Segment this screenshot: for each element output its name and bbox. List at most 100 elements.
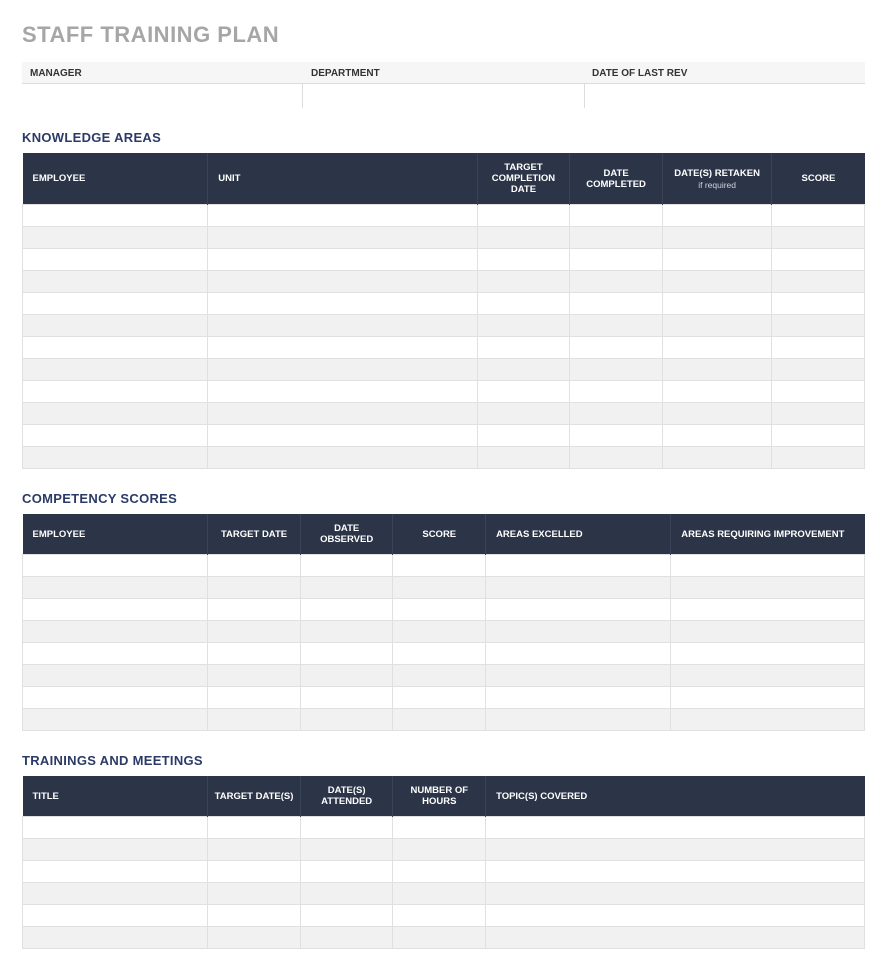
cell-employee[interactable] [23,337,208,359]
cell-unit[interactable] [208,447,477,469]
cell-topics_covered[interactable] [486,927,865,949]
cell-topics_covered[interactable] [486,883,865,905]
cell-target_date[interactable] [208,643,301,665]
cell-areas_requiring[interactable] [671,687,865,709]
cell-date_observed[interactable] [300,555,393,577]
cell-score[interactable] [772,293,865,315]
cell-date_completed[interactable] [570,271,663,293]
cell-areas_excelled[interactable] [486,665,671,687]
cell-date_observed[interactable] [300,665,393,687]
cell-target_dates[interactable] [208,861,301,883]
cell-date_completed[interactable] [570,337,663,359]
cell-target_dates[interactable] [208,905,301,927]
cell-score[interactable] [772,315,865,337]
cell-target_completion[interactable] [477,293,570,315]
cell-target_completion[interactable] [477,337,570,359]
cell-score[interactable] [772,447,865,469]
cell-score[interactable] [772,337,865,359]
date-rev-input[interactable] [585,84,865,108]
cell-topics_covered[interactable] [486,839,865,861]
cell-date_completed[interactable] [570,249,663,271]
cell-target_completion[interactable] [477,381,570,403]
cell-areas_excelled[interactable] [486,577,671,599]
cell-target_date[interactable] [208,709,301,731]
cell-topics_covered[interactable] [486,817,865,839]
cell-employee[interactable] [23,403,208,425]
cell-unit[interactable] [208,425,477,447]
cell-employee[interactable] [23,599,208,621]
cell-target_date[interactable] [208,599,301,621]
cell-employee[interactable] [23,293,208,315]
cell-topics_covered[interactable] [486,861,865,883]
cell-dates_retaken[interactable] [662,249,771,271]
cell-target_dates[interactable] [208,927,301,949]
cell-target_dates[interactable] [208,839,301,861]
cell-score[interactable] [772,425,865,447]
cell-target_dates[interactable] [208,817,301,839]
cell-dates_retaken[interactable] [662,293,771,315]
cell-score[interactable] [393,687,486,709]
cell-target_completion[interactable] [477,359,570,381]
cell-dates_retaken[interactable] [662,271,771,293]
cell-target_completion[interactable] [477,271,570,293]
cell-date_completed[interactable] [570,447,663,469]
cell-target_dates[interactable] [208,883,301,905]
cell-target_date[interactable] [208,665,301,687]
department-input[interactable] [303,84,584,108]
cell-date_completed[interactable] [570,293,663,315]
cell-date_observed[interactable] [300,709,393,731]
cell-areas_requiring[interactable] [671,709,865,731]
cell-score[interactable] [393,577,486,599]
cell-dates_attended[interactable] [300,817,393,839]
cell-dates_retaken[interactable] [662,381,771,403]
cell-employee[interactable] [23,665,208,687]
cell-areas_excelled[interactable] [486,555,671,577]
cell-dates_attended[interactable] [300,905,393,927]
cell-unit[interactable] [208,205,477,227]
cell-employee[interactable] [23,315,208,337]
cell-title[interactable] [23,861,208,883]
cell-dates_retaken[interactable] [662,227,771,249]
cell-target_date[interactable] [208,555,301,577]
cell-score[interactable] [393,709,486,731]
cell-score[interactable] [772,249,865,271]
cell-date_observed[interactable] [300,621,393,643]
cell-score[interactable] [772,381,865,403]
cell-dates_attended[interactable] [300,861,393,883]
cell-date_completed[interactable] [570,403,663,425]
cell-employee[interactable] [23,687,208,709]
cell-employee[interactable] [23,271,208,293]
cell-score[interactable] [393,555,486,577]
cell-number_hours[interactable] [393,883,486,905]
cell-dates_retaken[interactable] [662,337,771,359]
cell-number_hours[interactable] [393,927,486,949]
cell-title[interactable] [23,905,208,927]
cell-target_completion[interactable] [477,447,570,469]
cell-areas_requiring[interactable] [671,643,865,665]
cell-score[interactable] [772,205,865,227]
cell-score[interactable] [772,403,865,425]
cell-score[interactable] [393,599,486,621]
cell-employee[interactable] [23,381,208,403]
cell-score[interactable] [772,359,865,381]
cell-unit[interactable] [208,315,477,337]
cell-title[interactable] [23,817,208,839]
cell-unit[interactable] [208,271,477,293]
manager-input[interactable] [22,84,303,108]
cell-employee[interactable] [23,205,208,227]
cell-title[interactable] [23,927,208,949]
cell-date_completed[interactable] [570,381,663,403]
cell-target_completion[interactable] [477,315,570,337]
cell-target_date[interactable] [208,621,301,643]
cell-number_hours[interactable] [393,817,486,839]
cell-unit[interactable] [208,337,477,359]
cell-target_completion[interactable] [477,425,570,447]
cell-dates_retaken[interactable] [662,425,771,447]
cell-areas_requiring[interactable] [671,577,865,599]
cell-date_completed[interactable] [570,315,663,337]
cell-unit[interactable] [208,359,477,381]
cell-target_date[interactable] [208,687,301,709]
cell-dates_attended[interactable] [300,883,393,905]
cell-target_date[interactable] [208,577,301,599]
cell-areas_excelled[interactable] [486,687,671,709]
